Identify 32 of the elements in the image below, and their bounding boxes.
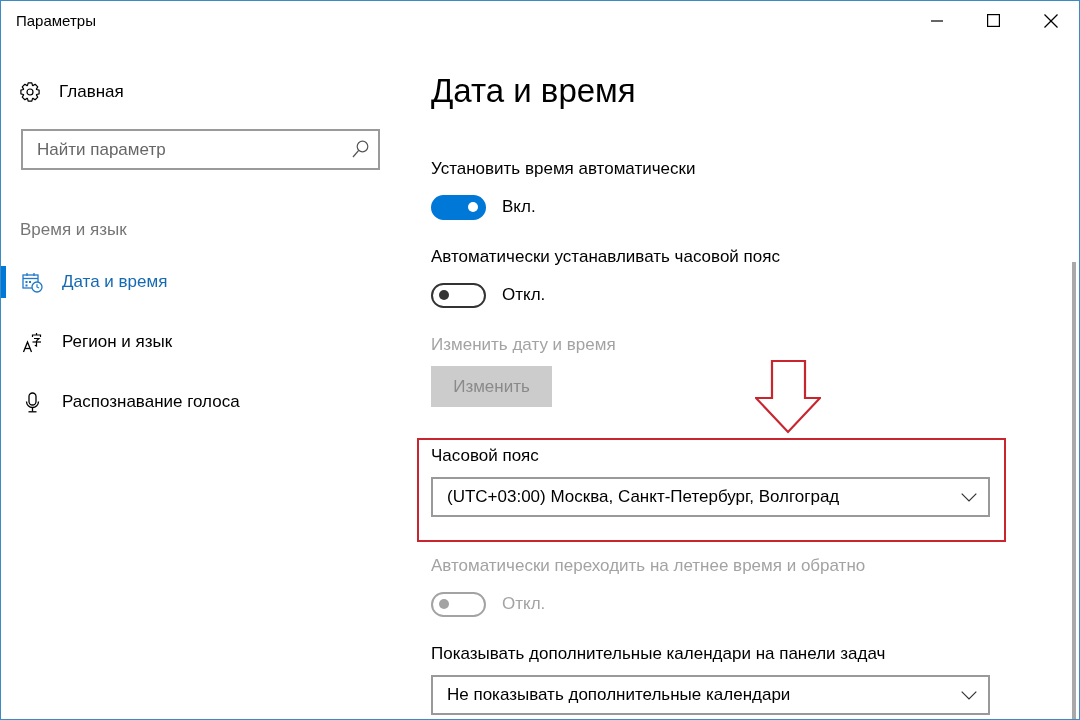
- toggle-state-text: Откл.: [502, 285, 546, 305]
- page-title: Дата и время: [431, 71, 637, 111]
- setting-label: Установить время автоматически: [431, 158, 696, 180]
- calendar-clock-icon: [22, 271, 43, 293]
- setting-label: Часовой пояс: [431, 445, 540, 467]
- setting-label: Изменить дату и время: [431, 334, 616, 356]
- toggle-state-text: Откл.: [502, 594, 546, 614]
- nav-item[interactable]: Дата и время: [1, 266, 400, 298]
- minimize-icon: [930, 19, 943, 22]
- nav-item[interactable]: Регион и язык: [1, 326, 400, 358]
- search-icon: [352, 140, 369, 158]
- window-title: Параметры: [15, 12, 96, 29]
- nav-item[interactable]: Распознавание голоса: [1, 386, 400, 418]
- down-arrow-icon: [755, 360, 821, 434]
- dropdown[interactable]: (UTC+03:00) Москва, Санкт-Петербург, Волгоград: [431, 477, 990, 517]
- maximize-icon: [987, 14, 1000, 27]
- toggle-switch[interactable]: [431, 282, 486, 308]
- close-icon: [1043, 13, 1058, 28]
- scrollbar-thumb[interactable]: [1072, 262, 1076, 719]
- toggle-state-text: Вкл.: [502, 197, 536, 217]
- setting-label: Показывать дополнительные календари на панели задач: [431, 643, 887, 665]
- dropdown[interactable]: Не показывать дополнительные календари: [431, 675, 990, 715]
- search-field[interactable]: Найти параметр: [21, 129, 380, 170]
- setting-label: Автоматически устанавливать часовой пояс: [431, 246, 780, 268]
- language-icon: [22, 331, 43, 353]
- setting-label: Автоматически переходить на летнее время и обратно: [431, 555, 866, 577]
- chevron-down-icon: [961, 492, 977, 502]
- home-nav-item[interactable]: Главная: [1, 72, 400, 112]
- toggle-switch[interactable]: [431, 194, 486, 220]
- gear-icon: [20, 82, 40, 102]
- chevron-down-icon: [961, 690, 977, 700]
- section-heading: Время и язык: [19, 219, 128, 241]
